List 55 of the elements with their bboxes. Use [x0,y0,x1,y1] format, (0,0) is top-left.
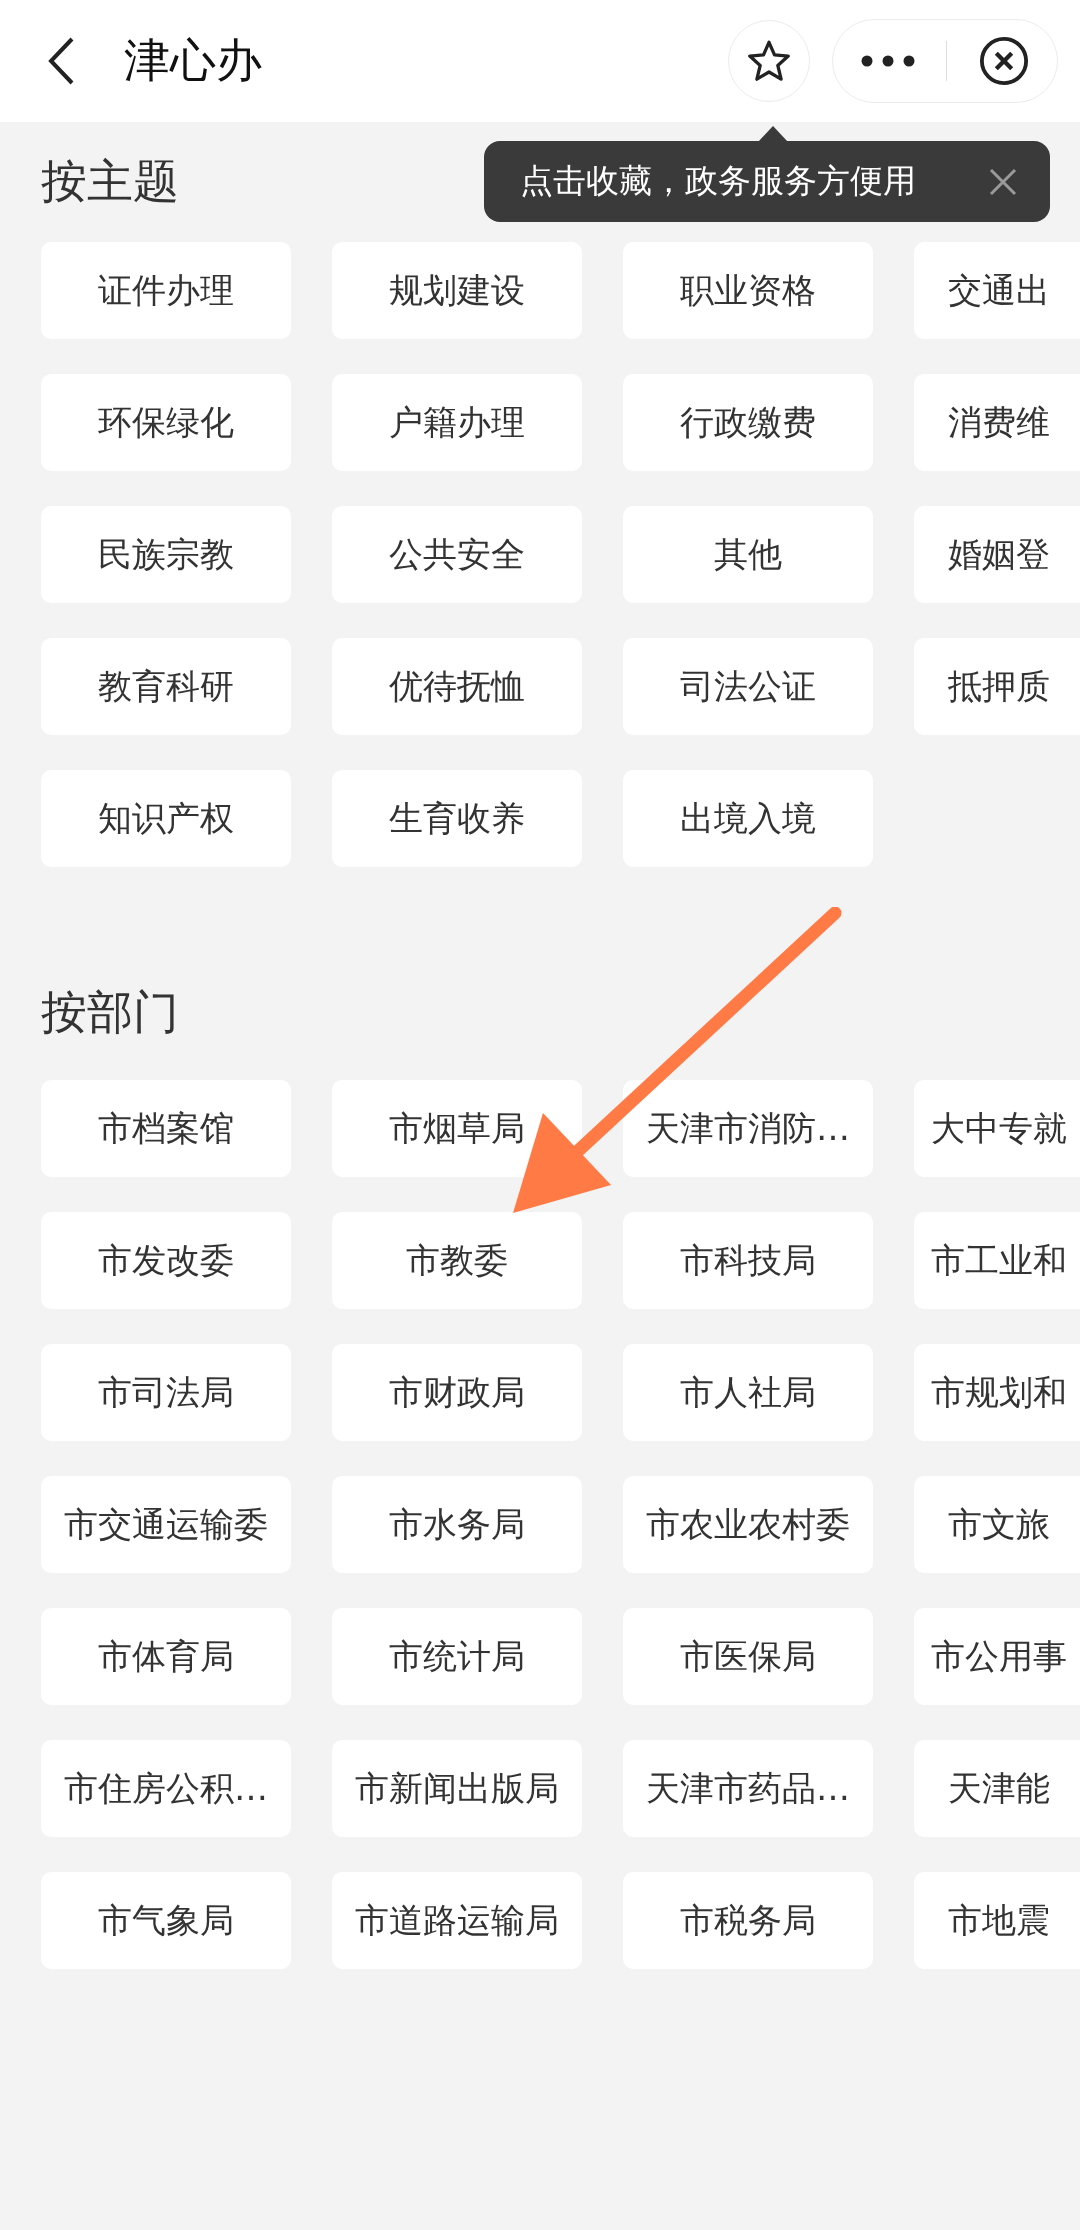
category-button[interactable]: 市司法局 [41,1344,291,1441]
category-button[interactable]: 知识产权 [41,770,291,867]
category-button[interactable]: 市水务局 [332,1476,582,1573]
category-button[interactable]: 市交通运输委 [41,1476,291,1573]
section-title: 按部门 [41,983,179,1041]
category-button[interactable]: 民族宗教 [41,506,291,603]
category-button[interactable]: 司法公证 [623,638,873,735]
category-button[interactable]: 市规划和 [914,1344,1080,1441]
category-button[interactable]: 市气象局 [41,1872,291,1969]
category-button[interactable]: 市住房公积… [41,1740,291,1837]
category-button[interactable]: 市工业和 [914,1212,1080,1309]
category-button[interactable]: 市体育局 [41,1608,291,1705]
category-button[interactable]: 婚姻登 [914,506,1080,603]
category-button[interactable]: 市税务局 [623,1872,873,1969]
star-icon [747,39,791,83]
category-button[interactable]: 市财政局 [332,1344,582,1441]
category-button[interactable]: 市新闻出版局 [332,1740,582,1837]
category-button[interactable]: 行政缴费 [623,374,873,471]
category-button[interactable]: 市公用事 [914,1608,1080,1705]
category-button[interactable]: 公共安全 [332,506,582,603]
category-button[interactable]: 大中专就 [914,1080,1080,1177]
category-button[interactable]: 其他 [623,506,873,603]
page-title: 津心办 [124,32,262,89]
category-button[interactable]: 市道路运输局 [332,1872,582,1969]
section-title: 按主题 [41,153,179,210]
more-icon[interactable] [860,55,915,67]
close-icon[interactable] [979,36,1030,86]
category-button[interactable]: 优待抚恤 [332,638,582,735]
category-button[interactable]: 市烟草局 [332,1080,582,1177]
category-button[interactable]: 出境入境 [623,770,873,867]
category-button[interactable]: 市科技局 [623,1212,873,1309]
category-button[interactable]: 市统计局 [332,1608,582,1705]
category-button[interactable]: 市地震 [914,1872,1080,1969]
category-button[interactable]: 市医保局 [623,1608,873,1705]
category-button[interactable]: 市农业农村委 [623,1476,873,1573]
category-button[interactable]: 市档案馆 [41,1080,291,1177]
category-button[interactable]: 市发改委 [41,1212,291,1309]
tooltip-text: 点击收藏，政务服务方便用 [520,160,916,202]
category-button[interactable]: 消费维 [914,374,1080,471]
category-button[interactable]: 交通出 [914,242,1080,339]
category-button[interactable]: 教育科研 [41,638,291,735]
category-button[interactable]: 市教委 [332,1212,582,1309]
category-button[interactable]: 生育收养 [332,770,582,867]
category-button[interactable]: 天津市药品… [623,1740,873,1837]
category-button[interactable]: 天津能 [914,1740,1080,1837]
category-button[interactable]: 环保绿化 [41,374,291,471]
category-button[interactable]: 户籍办理 [332,374,582,471]
category-button[interactable]: 市文旅 [914,1476,1080,1573]
category-button[interactable]: 抵押质 [914,638,1080,735]
category-button[interactable]: 规划建设 [332,242,582,339]
category-button[interactable]: 职业资格 [623,242,873,339]
category-button[interactable]: 天津市消防… [623,1080,873,1177]
category-button[interactable]: 市人社局 [623,1344,873,1441]
category-button[interactable]: 证件办理 [41,242,291,339]
back-icon[interactable] [46,36,76,86]
